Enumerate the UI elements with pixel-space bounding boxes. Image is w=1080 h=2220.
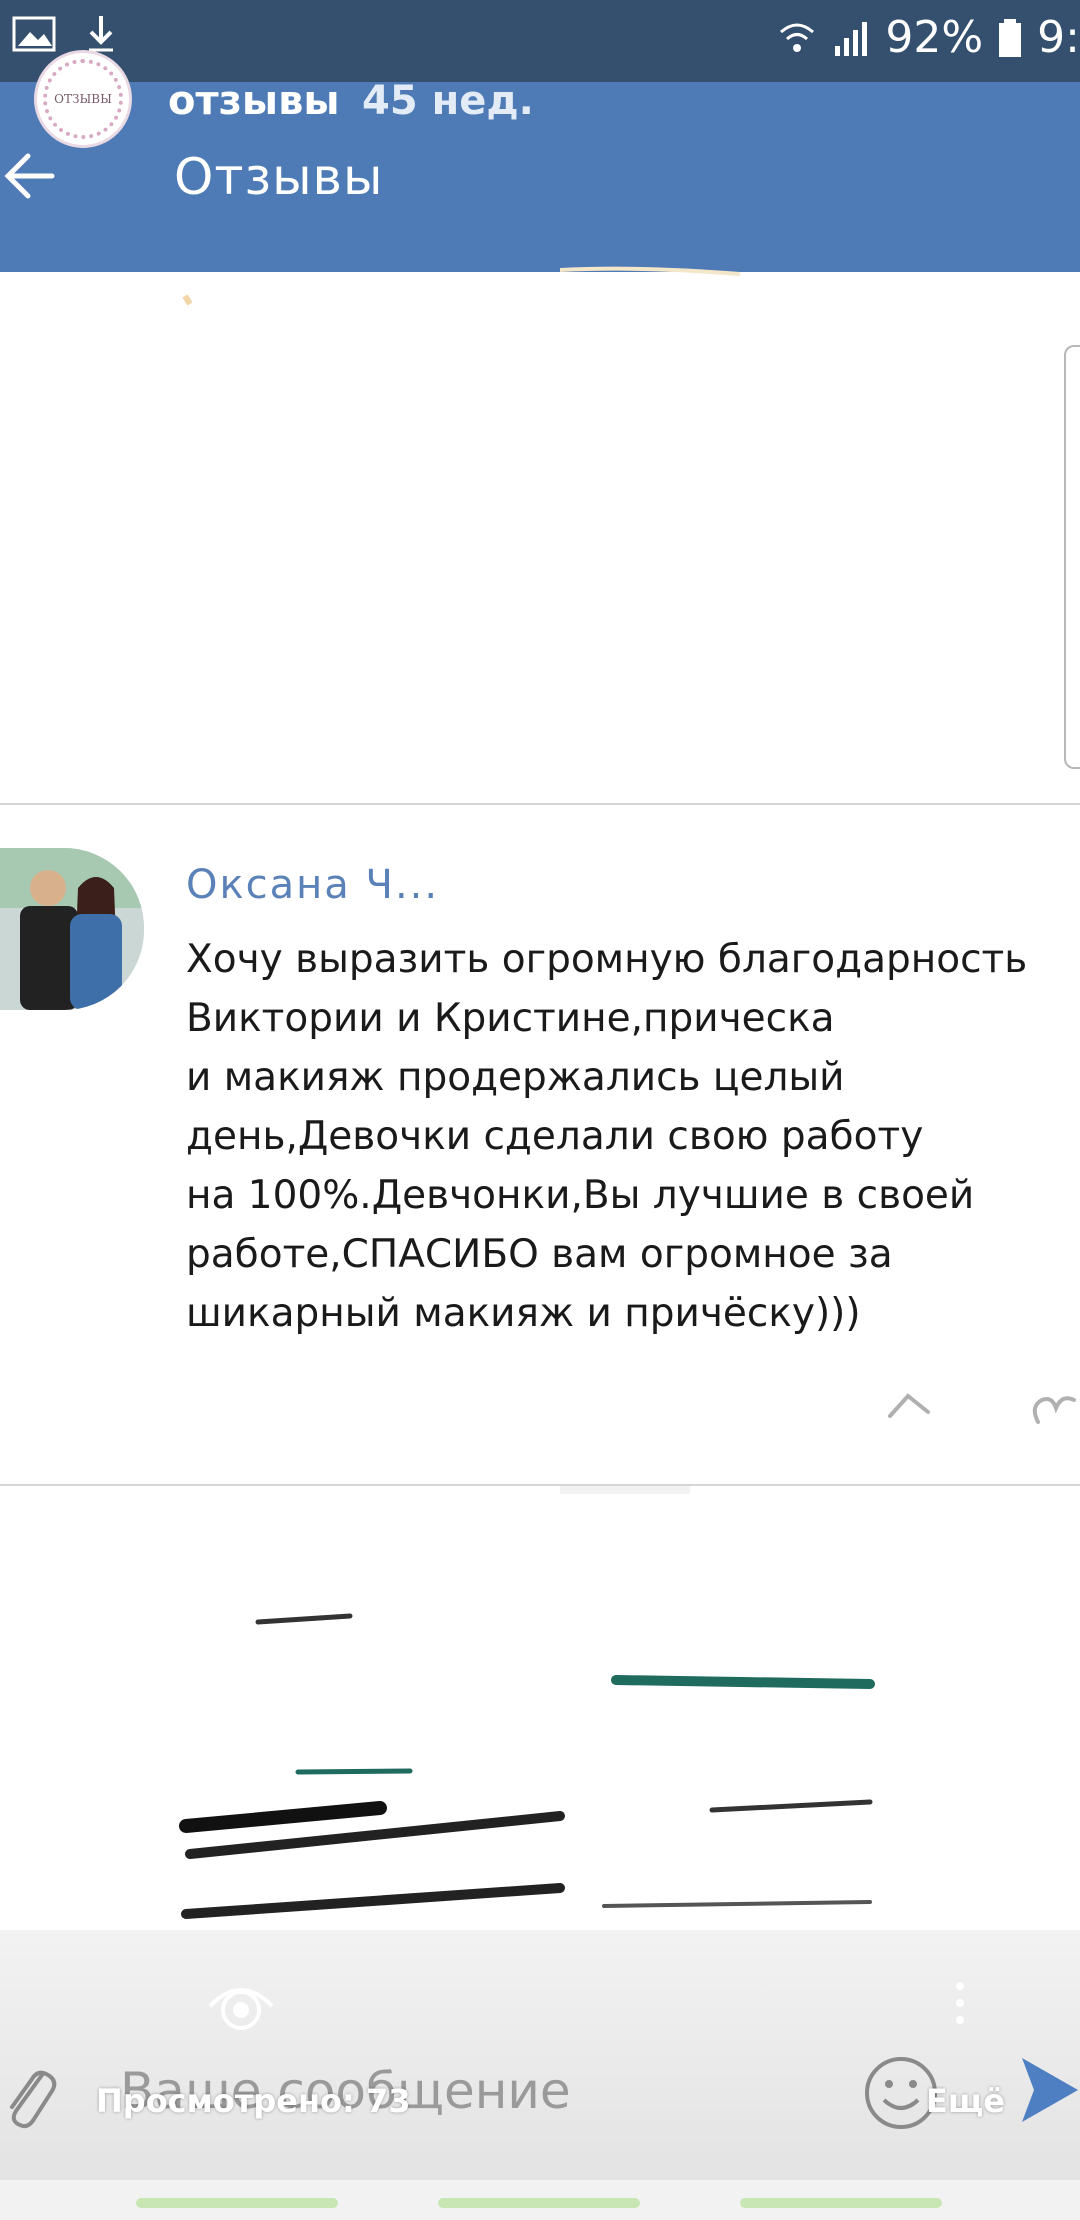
gallery-notification-icon (12, 16, 56, 52)
divider-top (0, 803, 1080, 805)
views-count[interactable]: Просмотрено: 73 (96, 2082, 411, 2120)
story-progress-segment (740, 2198, 942, 2208)
redacted-content-bottom (0, 1486, 1080, 1926)
system-status: 92% 9: (777, 12, 1080, 63)
download-notification-icon (89, 16, 113, 52)
reply-icon[interactable] (886, 1390, 932, 1420)
more-options-icon[interactable] (950, 1978, 970, 2028)
app-bar: ОТЗЫВЫ отзывы 45 нед. Отзывы (0, 50, 1080, 272)
more-button[interactable]: Ещё (926, 2082, 1005, 2120)
battery-percent: 92% (885, 12, 984, 63)
story-time-ago: 45 нед. (362, 78, 534, 124)
notification-icons (12, 14, 116, 54)
story-progress-segment (438, 2198, 640, 2208)
comment-author-avatar[interactable] (0, 848, 144, 1010)
comment-author-name[interactable]: Оксана Ч... (186, 862, 439, 908)
views-eye-icon[interactable] (204, 1972, 278, 2032)
attach-paperclip-icon[interactable] (2, 2055, 58, 2135)
scroll-handle[interactable] (1064, 345, 1080, 769)
comment-text: Хочу выразить огромную благодарность Вик… (186, 937, 1028, 1336)
page-title: Отзывы (174, 148, 384, 206)
wifi-icon (780, 23, 815, 52)
story-progress-segment (136, 2198, 338, 2208)
signal-icon (835, 21, 868, 56)
battery-icon (999, 18, 1022, 57)
story-author-name[interactable]: отзывы (168, 78, 340, 124)
redaction-strokes (179, 1486, 875, 1919)
status-bar: 92% 9: (0, 0, 1080, 82)
decorative-fragment (180, 266, 770, 306)
redacted-content-top (0, 266, 1080, 802)
story-avatar[interactable]: ОТЗЫВЫ (34, 50, 132, 148)
clock: 9: (1037, 12, 1080, 63)
like-heart-icon[interactable] (1030, 1392, 1080, 1426)
story-progress-bar (0, 2180, 1080, 2220)
send-arrow-icon[interactable] (1018, 2050, 1080, 2130)
back-arrow-icon[interactable] (0, 148, 60, 204)
